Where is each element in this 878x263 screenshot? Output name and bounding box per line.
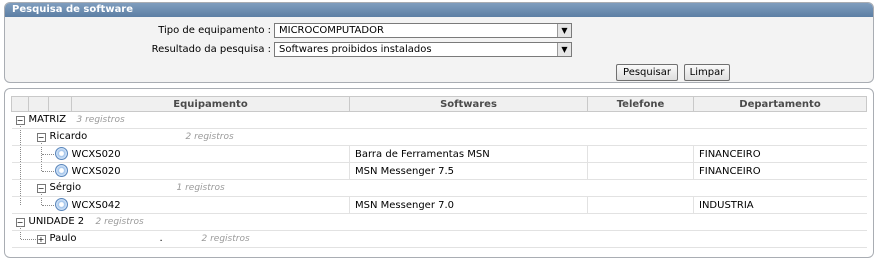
user-row[interactable]: − Ricardo 2 registros <box>11 128 867 146</box>
user-row[interactable]: + Paulo . 2 registros <box>11 230 867 248</box>
tree-line <box>40 162 42 171</box>
department-cell: FINANCEIRO <box>693 162 867 180</box>
tree-line <box>41 171 54 172</box>
user-name: Ricardo <box>49 131 88 142</box>
column-equipment[interactable]: Equipamento <box>71 96 350 112</box>
tree-line <box>19 162 21 179</box>
tree-line <box>19 226 21 230</box>
tree-line <box>19 196 21 205</box>
table-row[interactable]: WCXS042 MSN Messenger 7.0 INDUSTRIA <box>11 196 867 214</box>
tree-line <box>19 128 21 145</box>
tree-line <box>40 192 42 196</box>
clear-button[interactable]: Limpar <box>684 64 730 81</box>
tree-line <box>41 154 54 155</box>
cd-disc-icon <box>54 164 68 177</box>
cd-disc-icon <box>54 198 68 211</box>
column-software[interactable]: Softwares <box>349 96 588 112</box>
tree-line <box>19 179 21 196</box>
cd-disc-icon <box>54 147 68 160</box>
tree-line <box>40 196 42 205</box>
tree-line <box>41 205 54 206</box>
results-table: Equipamento Softwares Telefone Departame… <box>11 96 867 248</box>
department-cell: FINANCEIRO <box>693 145 867 163</box>
software-cell: Barra de Ferramentas MSN <box>349 145 588 163</box>
panel-title: Pesquisa de software <box>5 3 873 17</box>
search-result-select[interactable]: Softwares proibidos instalados ▼ <box>274 42 572 57</box>
user-name: Sérgio <box>49 182 82 193</box>
phone-cell <box>587 145 694 163</box>
plus-box-icon[interactable]: + <box>36 235 46 244</box>
software-cell: MSN Messenger 7.5 <box>349 162 588 180</box>
column-phone[interactable]: Telefone <box>587 96 694 112</box>
tree-line <box>19 230 21 239</box>
group-row[interactable]: − UNIDADE 2 2 registros <box>11 213 867 231</box>
table-row[interactable]: WCXS020 Barra de Ferramentas MSN FINANCE… <box>11 145 867 163</box>
tree-line <box>20 239 36 240</box>
equipment-cell: WCXS042 <box>71 196 350 214</box>
equipment-type-row: Tipo de equipamento : MICROCOMPUTADOR ▼ <box>5 23 873 39</box>
search-button[interactable]: Pesquisar <box>616 64 678 81</box>
user-count: 2 registros <box>185 132 234 142</box>
header-spacer <box>11 96 29 112</box>
tree-line <box>40 141 42 145</box>
group-name: UNIDADE 2 <box>28 216 85 227</box>
group-row[interactable]: − MATRIZ 3 registros <box>11 111 867 129</box>
results-panel: Equipamento Softwares Telefone Departame… <box>4 88 874 258</box>
group-count: 2 registros <box>95 217 144 227</box>
equipment-cell: WCXS020 <box>71 145 350 163</box>
column-department[interactable]: Departamento <box>693 96 867 112</box>
user-row[interactable]: − Sérgio 1 registros <box>11 179 867 197</box>
user-count: 1 registros <box>176 183 225 193</box>
tree-line <box>19 145 21 162</box>
user-suffix: . <box>159 233 163 244</box>
software-cell: MSN Messenger 7.0 <box>349 196 588 214</box>
phone-cell <box>587 196 694 214</box>
table-header: Equipamento Softwares Telefone Departame… <box>11 96 867 112</box>
search-result-label: Resultado da pesquisa : <box>151 44 271 55</box>
user-count: 2 registros <box>201 234 250 244</box>
search-result-value: Softwares proibidos instalados <box>279 44 432 55</box>
group-name: MATRIZ <box>28 114 67 125</box>
phone-cell <box>587 162 694 180</box>
tree-line <box>19 124 21 128</box>
equipment-type-select[interactable]: MICROCOMPUTADOR ▼ <box>274 23 572 38</box>
equipment-type-label: Tipo de equipamento : <box>158 25 271 36</box>
department-cell: INDUSTRIA <box>693 196 867 214</box>
header-spacer <box>28 96 49 112</box>
chevron-down-icon[interactable]: ▼ <box>557 24 571 37</box>
header-spacer <box>48 96 72 112</box>
search-result-row: Resultado da pesquisa : Softwares proibi… <box>5 42 873 58</box>
search-panel: Pesquisa de software Tipo de equipamento… <box>4 2 874 83</box>
equipment-type-value: MICROCOMPUTADOR <box>279 25 384 36</box>
table-row[interactable]: WCXS020 MSN Messenger 7.5 FINANCEIRO <box>11 162 867 180</box>
chevron-down-icon[interactable]: ▼ <box>557 43 571 56</box>
group-count: 3 registros <box>76 115 125 125</box>
equipment-cell: WCXS020 <box>71 162 350 180</box>
user-name: Paulo <box>49 233 77 244</box>
